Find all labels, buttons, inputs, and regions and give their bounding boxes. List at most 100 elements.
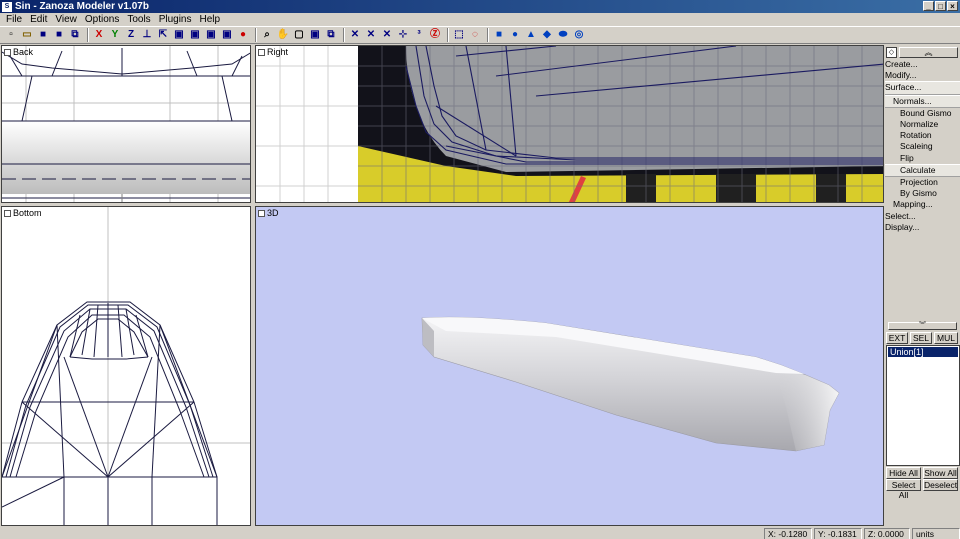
new-icon[interactable]: ▫: [4, 28, 18, 42]
viewport-menu-icon[interactable]: [4, 48, 11, 56]
tree-item[interactable]: Projection: [885, 177, 960, 188]
tree-item[interactable]: Normalize: [885, 119, 960, 130]
tree-item[interactable]: Display...: [885, 222, 960, 233]
axis-y-icon[interactable]: Y: [108, 28, 122, 42]
tree-item[interactable]: Normals...: [885, 94, 960, 108]
tree-item[interactable]: Rotation: [885, 130, 960, 141]
menu-plugins[interactable]: Plugins: [155, 13, 196, 26]
box-primitive-icon[interactable]: ■: [492, 28, 506, 42]
show-all-button[interactable]: Show All: [923, 467, 958, 479]
tree-item[interactable]: Flip: [885, 153, 960, 164]
toolbar-separator: [255, 28, 257, 42]
list-item[interactable]: Union[1]: [888, 347, 958, 357]
select-edge-icon[interactable]: ✕: [364, 28, 378, 42]
viewport-back-header: Back: [4, 47, 33, 57]
sphere-render-icon[interactable]: ●: [236, 28, 250, 42]
tree-item[interactable]: Mapping...: [885, 199, 960, 210]
hide-all-button[interactable]: Hide All: [886, 467, 921, 479]
tree-item[interactable]: By Gismo: [885, 188, 960, 199]
axis-x-icon[interactable]: X: [92, 28, 106, 42]
viewport-back[interactable]: Back: [1, 45, 251, 203]
tree-item[interactable]: Calculate: [885, 163, 960, 178]
viewport-right-label: Right: [267, 47, 289, 57]
move-icon[interactable]: ⇱: [156, 28, 170, 42]
viewport-menu-icon[interactable]: [4, 209, 11, 217]
command-tree: Create... Modify... Surface... Normals... Bo…: [885, 59, 960, 233]
viewport-right-header: Right: [258, 47, 288, 57]
toolbar-separator: [487, 28, 489, 42]
title-bar: S Sin - Zanoza Modeler v1.07b _ □ ×: [0, 0, 960, 13]
expand-button[interactable]: ︾: [888, 322, 957, 330]
cube-icon[interactable]: ▣: [172, 28, 186, 42]
sphere-primitive-icon[interactable]: ●: [508, 28, 522, 42]
deselect-button[interactable]: Deselect: [923, 479, 958, 491]
status-units: units: [912, 527, 960, 539]
mul-button[interactable]: MUL: [934, 332, 958, 344]
minimize-button[interactable]: _: [923, 1, 934, 11]
back-view-canvas: [2, 46, 250, 202]
app-icon: S: [2, 1, 12, 12]
status-bar: X: -0.1280 Y: -0.1831 Z: 0.0000 units: [0, 527, 960, 539]
toolbar: ▫ ▭ ■ ■ ⧉ X Y Z ⊥ ⇱ ▣ ▣ ▣ ▣ ● ⌕ ✋ ▢ ▣ ⧉ ✕ ✕ ✕ ⊹ ³ Ⓩ ⬚ ◌ ■ ● ▲ ◆ ⬬ ◎: [0, 26, 960, 44]
cube-edges-icon[interactable]: ▣: [204, 28, 218, 42]
menu-help[interactable]: Help: [196, 13, 225, 26]
sel-button[interactable]: SEL: [910, 332, 932, 344]
cube-vertices-icon[interactable]: ▣: [220, 28, 234, 42]
zanoza-z-icon[interactable]: Ⓩ: [428, 28, 442, 42]
zoom-extents-icon[interactable]: ▣: [308, 28, 322, 42]
menu-options[interactable]: Options: [81, 13, 123, 26]
menu-tools[interactable]: Tools: [123, 13, 154, 26]
disc-primitive-icon[interactable]: ⬬: [556, 28, 570, 42]
menu-file[interactable]: File: [2, 13, 26, 26]
view-3d-icon[interactable]: ³: [412, 28, 426, 42]
right-view-canvas: [256, 46, 883, 202]
tree-item[interactable]: Scaleing: [885, 141, 960, 152]
viewport-bottom[interactable]: Bottom: [1, 206, 251, 526]
bottom-wireframe: [2, 301, 218, 525]
open-icon[interactable]: ▭: [20, 28, 34, 42]
tree-item[interactable]: Surface...: [885, 81, 960, 95]
zoom-all-icon[interactable]: ⧉: [324, 28, 338, 42]
viewport-right[interactable]: Right: [255, 45, 884, 203]
object-list[interactable]: Union[1]: [886, 345, 960, 466]
tree-item[interactable]: Modify...: [885, 70, 960, 81]
cube-faces-icon[interactable]: ▣: [188, 28, 202, 42]
viewport-menu-icon[interactable]: [258, 209, 265, 217]
cylinder-primitive-icon[interactable]: ◆: [540, 28, 554, 42]
viewport-3d[interactable]: 3D: [255, 206, 884, 526]
select-all-button[interactable]: Select All: [886, 479, 921, 500]
viewport-bottom-label: Bottom: [13, 208, 42, 218]
tree-item[interactable]: Select...: [885, 211, 960, 222]
close-button[interactable]: ×: [947, 1, 958, 11]
tree-item[interactable]: Bound Gismo: [885, 108, 960, 119]
torus-primitive-icon[interactable]: ◎: [572, 28, 586, 42]
toolbar-separator: [343, 28, 345, 42]
menu-bar: File Edit View Options Tools Plugins Hel…: [0, 13, 960, 26]
axis-lock-icon[interactable]: ⊥: [140, 28, 154, 42]
zoom-icon[interactable]: ⌕: [260, 28, 274, 42]
rect-select-icon[interactable]: ⬚: [452, 28, 466, 42]
ext-button[interactable]: EXT: [886, 332, 908, 344]
toolbar-separator: [87, 28, 89, 42]
status-y: Y: -0.1831: [814, 527, 862, 539]
view-cube-icon[interactable]: ▢: [292, 28, 306, 42]
menu-view[interactable]: View: [51, 13, 81, 26]
tree-item[interactable]: Create...: [885, 59, 960, 70]
select-face-icon[interactable]: ✕: [380, 28, 394, 42]
save-icon[interactable]: ■: [36, 28, 50, 42]
select-vertex-icon[interactable]: ✕: [348, 28, 362, 42]
maximize-button[interactable]: □: [935, 1, 946, 11]
viewport-menu-icon[interactable]: [258, 48, 265, 56]
circle-select-icon[interactable]: ◌: [468, 28, 482, 42]
axis-z-icon[interactable]: Z: [124, 28, 138, 42]
collapse-button[interactable]: ︽: [899, 46, 958, 58]
pin-icon[interactable]: ◇: [886, 46, 897, 58]
side-panel: ◇ ︽ Create... Modify... Surface... Normals.…: [885, 45, 960, 526]
window-title: Sin - Zanoza Modeler v1.07b: [15, 1, 149, 12]
save-as-icon[interactable]: ■: [52, 28, 66, 42]
pan-icon[interactable]: ✋: [276, 28, 290, 42]
import-icon[interactable]: ⧉: [68, 28, 82, 42]
menu-edit[interactable]: Edit: [26, 13, 51, 26]
pivot-icon[interactable]: ⊹: [396, 28, 410, 42]
cone-primitive-icon[interactable]: ▲: [524, 28, 538, 42]
